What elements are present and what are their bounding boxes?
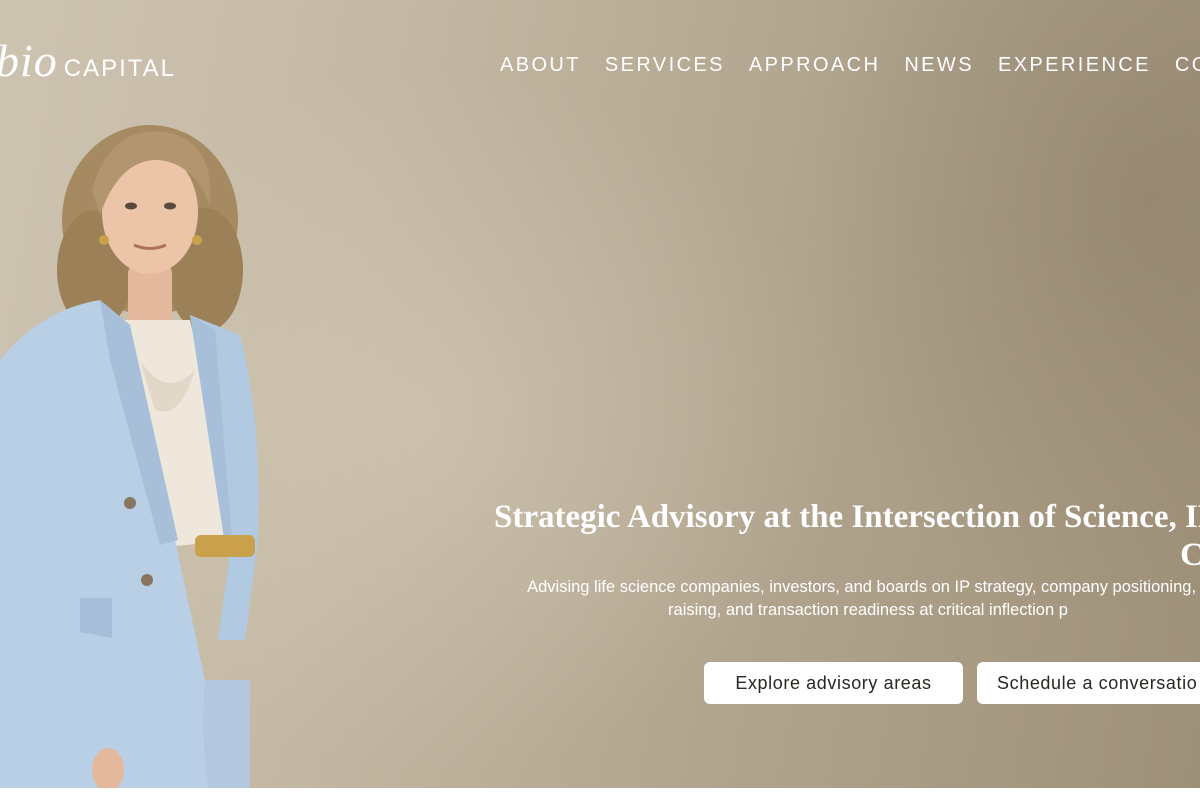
hero-headline-line1: Strategic Advisory at the Intersection o… [494,499,1200,535]
nav-item-approach[interactable]: APPROACH [749,54,880,77]
hero-subtext-line2: raising, and transaction readiness at cr… [668,601,1068,619]
hero-headline: Strategic Advisory at the Intersection o… [488,498,1200,574]
hero-headline-line2: Capi [1180,537,1200,573]
nav-item-about[interactable]: ABOUT [500,54,581,77]
nav-item-contact[interactable]: CONTA [1175,54,1200,77]
main-nav: ABOUT SERVICES APPROACH NEWS EXPERIENCE … [500,54,1200,77]
logo-script-text: bio [0,35,58,86]
bottom-divider [0,788,1200,800]
nav-item-news[interactable]: NEWS [904,54,974,77]
nav-item-services[interactable]: SERVICES [605,54,725,77]
hero-subtext-line1: Advising life science companies, investo… [527,578,1200,596]
nav-item-experience[interactable]: EXPERIENCE [998,54,1151,77]
hero-subtext: Advising life science companies, investo… [488,576,1200,622]
logo-capital-text: CAPITAL [63,55,177,82]
site-logo[interactable]: bio CAPITAL [0,38,176,84]
portrait-image [0,125,259,800]
hero-section: bio CAPITAL ABOUT SERVICES APPROACH NEWS… [0,0,1200,800]
schedule-conversation-button[interactable]: Schedule a conversatio [977,662,1200,704]
explore-advisory-button[interactable]: Explore advisory areas [704,662,963,704]
